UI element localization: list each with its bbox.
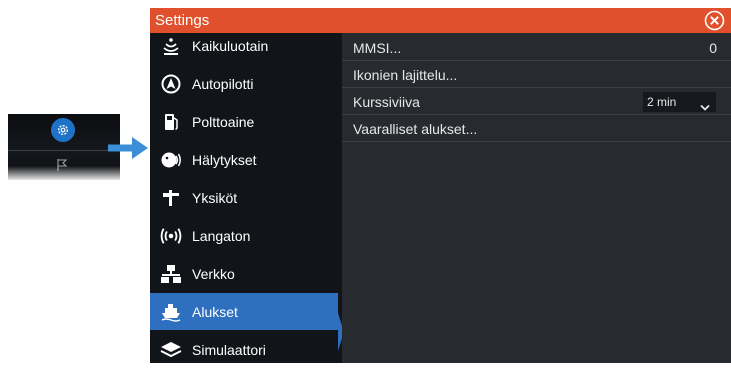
simulator-layers-icon: [160, 339, 182, 361]
close-icon[interactable]: [704, 10, 725, 31]
autopilot-icon: [160, 73, 182, 95]
sonar-icon: [160, 35, 182, 57]
settings-button-thumbnail: [8, 114, 120, 180]
settings-dialog: Settings Kaikuluotain Autopilotti Poltto…: [150, 8, 731, 363]
course-line-label: Kurssiviiva: [353, 94, 420, 110]
sidebar-item-label: Polttoaine: [192, 113, 255, 130]
dangerous-vessels-row[interactable]: Vaaralliset alukset...: [342, 117, 731, 142]
sidebar-item-label: Autopilotti: [192, 75, 254, 92]
thumbnail-divider: [8, 150, 120, 151]
wireless-icon: [160, 225, 182, 247]
sidebar-item-label: Simulaattori: [192, 341, 266, 358]
gear-icon: [51, 118, 75, 142]
sidebar-item-label: Kaikuluotain: [192, 37, 269, 54]
sidebar-item-halytykset[interactable]: Hälytykset: [150, 141, 340, 178]
sidebar-item-yksikot[interactable]: Yksiköt: [150, 179, 340, 216]
alarm-icon: [160, 149, 182, 171]
sidebar-item-label: Langaton: [192, 227, 251, 244]
course-line-dropdown[interactable]: 2 min: [643, 92, 716, 112]
vessels-icon: [160, 301, 182, 323]
sidebar-item-langaton[interactable]: Langaton: [150, 217, 340, 254]
sidebar-item-label: Hälytykset: [192, 151, 257, 168]
units-icon: [160, 187, 182, 209]
sidebar-item-verkko[interactable]: Verkko: [150, 255, 340, 292]
mmsi-value: 0: [709, 40, 717, 56]
flag-icon: [55, 158, 69, 177]
chevron-down-icon: [700, 98, 710, 118]
network-icon: [160, 263, 182, 285]
icon-sort-row[interactable]: Ikonien lajittelu...: [342, 63, 731, 88]
dangerous-vessels-label: Vaaralliset alukset...: [353, 121, 478, 137]
mmsi-row[interactable]: MMSI... 0: [342, 36, 731, 61]
sidebar-item-kaikuluotain[interactable]: Kaikuluotain: [150, 27, 340, 64]
icon-sort-label: Ikonien lajittelu...: [353, 67, 458, 83]
settings-sidebar: Kaikuluotain Autopilotti Polttoaine Häly…: [150, 33, 344, 363]
settings-content: MMSI... 0 Ikonien lajittelu... Kurssivii…: [342, 33, 731, 363]
sidebar-item-polttoaine[interactable]: Polttoaine: [150, 103, 340, 140]
fuel-pump-icon: [160, 111, 182, 133]
sidebar-item-label: Alukset: [192, 303, 238, 320]
pointer-arrow-icon: [108, 137, 148, 164]
course-line-selected: 2 min: [647, 95, 677, 109]
sidebar-item-autopilotti[interactable]: Autopilotti: [150, 65, 340, 102]
course-line-row: Kurssiviiva 2 min: [342, 90, 731, 115]
sidebar-item-simulaattori[interactable]: Simulaattori: [150, 331, 340, 368]
mmsi-label: MMSI...: [353, 40, 402, 56]
sidebar-item-label: Yksiköt: [192, 189, 238, 206]
sidebar-item-label: Verkko: [192, 265, 235, 282]
sidebar-item-alukset[interactable]: Alukset: [150, 293, 338, 330]
